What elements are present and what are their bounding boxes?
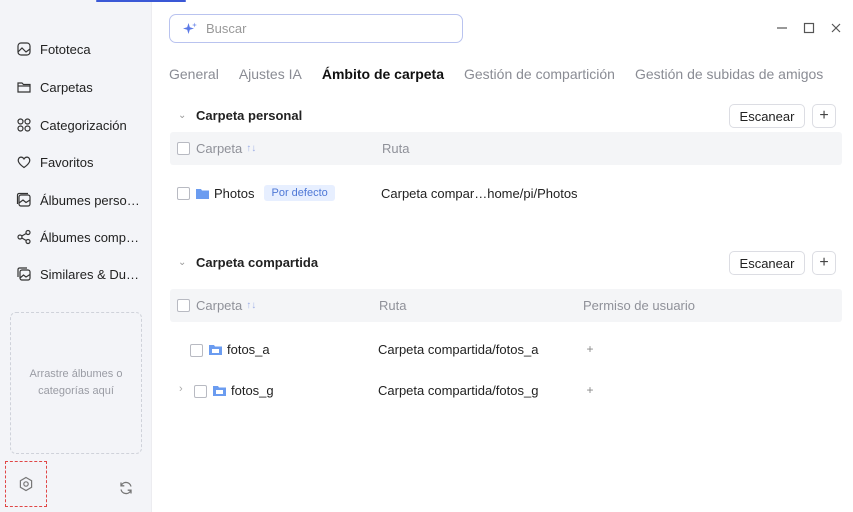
shared-folder-header[interactable]: ⌄ Carpeta compartida [178,255,318,270]
gear-icon [19,476,33,492]
checkbox[interactable] [194,384,207,398]
row-checkbox[interactable] [177,186,190,200]
tab-ambito-carpeta[interactable]: Ámbito de carpeta [322,66,444,82]
folder-path: Carpeta compartida/fotos_g [378,382,539,398]
column-header-permission: Permiso de usuario [583,298,695,313]
section-title: Carpeta compartida [196,255,319,270]
sidebar-item-label: Álbumes compartidos [40,229,142,245]
chevron-down-icon[interactable]: ⌄ [178,110,188,121]
sidebar-item-favoritos[interactable]: Favoritos [16,150,142,174]
category-grid-icon [17,118,31,132]
sidebar-item-categorizacion[interactable]: Categorización [16,113,142,137]
table-row: fotos_g [213,380,274,400]
default-badge: Por defecto [264,185,335,201]
personal-table-header: Carpeta ↑↓ Ruta [170,132,842,165]
sidebar-item-albumes-compartidos[interactable]: Álbumes compartidos [16,225,142,249]
ai-sparkle-icon [183,22,197,34]
sidebar-item-label: Carpetas [40,79,93,95]
scan-personal-button[interactable]: Escanear [729,104,805,128]
select-all-checkbox[interactable] [177,132,190,165]
search-bar[interactable]: Buscar [169,14,463,43]
minimize-button[interactable] [773,19,791,37]
folder-icon [17,82,31,93]
sidebar-item-label: Categorización [40,117,127,133]
add-permission-button[interactable]: + [582,382,598,398]
column-label: Carpeta [196,298,243,313]
folder-path: Carpeta compar…home/pi/Photos [381,185,578,201]
add-permission-button[interactable]: + [582,341,598,357]
chevron-down-icon[interactable]: ⌄ [178,257,188,268]
checkbox[interactable] [177,142,190,155]
column-header-path: Ruta [382,141,410,156]
minimize-icon [777,27,787,29]
checkbox[interactable] [177,186,190,200]
shared-table-header: Carpeta ↑↓ Ruta Permiso de usuario [170,289,842,322]
sort-icon[interactable]: ↑↓ [246,300,256,311]
search-placeholder: Buscar [206,21,247,36]
settings-button[interactable] [5,461,47,507]
photo-library-icon [17,42,31,56]
folder-path: Carpeta compartida/fotos_a [378,341,539,357]
row-checkbox[interactable] [194,384,207,398]
album-icon [16,192,31,207]
tab-gestion-subidas[interactable]: Gestión de subidas de amigos [635,66,823,82]
refresh-icon [120,481,132,495]
close-button[interactable] [827,19,845,37]
folder-icon [196,188,209,199]
table-row: Photos Por defecto [196,183,335,203]
sidebar-item-albumes-personales[interactable]: Álbumes personales [16,188,142,212]
close-icon [831,23,841,33]
tab-gestion-comparticion[interactable]: Gestión de compartición [464,66,615,82]
column-header-folder[interactable]: Carpeta ↑↓ [196,289,256,322]
select-all-checkbox[interactable] [177,289,190,322]
personal-folder-header[interactable]: ⌄ Carpeta personal [178,108,302,123]
sidebar-item-fototeca[interactable]: Fototeca [16,37,142,61]
sidebar: Fototeca Carpetas Categorización Favorit… [0,0,152,512]
sidebar-item-label: Similares & Duplicados [40,266,142,282]
plus-icon: + [819,107,829,124]
plus-icon: + [586,383,594,397]
shared-folder-icon [213,385,226,396]
column-header-path: Ruta [379,298,407,313]
settings-tabs: General Ajustes IA Ámbito de carpeta Ges… [169,66,823,82]
maximize-icon [803,22,815,34]
sidebar-item-label: Favoritos [40,154,94,170]
section-title: Carpeta personal [196,108,303,123]
tab-ajustes-ia[interactable]: Ajustes IA [239,66,302,82]
folder-name: fotos_a [227,341,270,357]
dropzone-text: Arrastre álbumes o categorías aquí [29,368,123,397]
column-header-folder[interactable]: Carpeta ↑↓ [196,132,256,165]
sidebar-item-label: Álbumes personales [40,192,142,208]
similar-photos-icon [17,267,31,281]
plus-icon: + [819,254,829,271]
sidebar-item-similares[interactable]: Similares & Duplicados [16,262,142,286]
heart-icon [17,156,31,169]
scan-shared-button[interactable]: Escanear [729,251,805,275]
sidebar-item-label: Fototeca [40,41,91,57]
plus-icon: + [586,342,594,356]
album-dropzone[interactable]: Arrastre álbumes o categorías aquí [10,312,142,454]
sort-icon[interactable]: ↑↓ [246,143,256,154]
table-row: fotos_a [209,339,270,359]
checkbox[interactable] [177,299,190,312]
column-label: Carpeta [196,141,243,156]
row-checkbox[interactable] [190,343,203,357]
add-personal-folder-button[interactable]: + [812,104,836,128]
chevron-right-icon[interactable]: › [179,383,183,395]
refresh-button[interactable] [117,479,135,497]
top-accent-bar [96,0,186,2]
folder-name: fotos_g [231,382,274,398]
maximize-button[interactable] [800,19,818,37]
share-icon [17,229,31,245]
shared-folder-icon [209,344,222,355]
tab-general[interactable]: General [169,66,219,82]
add-shared-folder-button[interactable]: + [812,251,836,275]
folder-name: Photos [214,185,255,201]
sidebar-item-carpetas[interactable]: Carpetas [16,75,142,99]
checkbox[interactable] [190,343,203,357]
